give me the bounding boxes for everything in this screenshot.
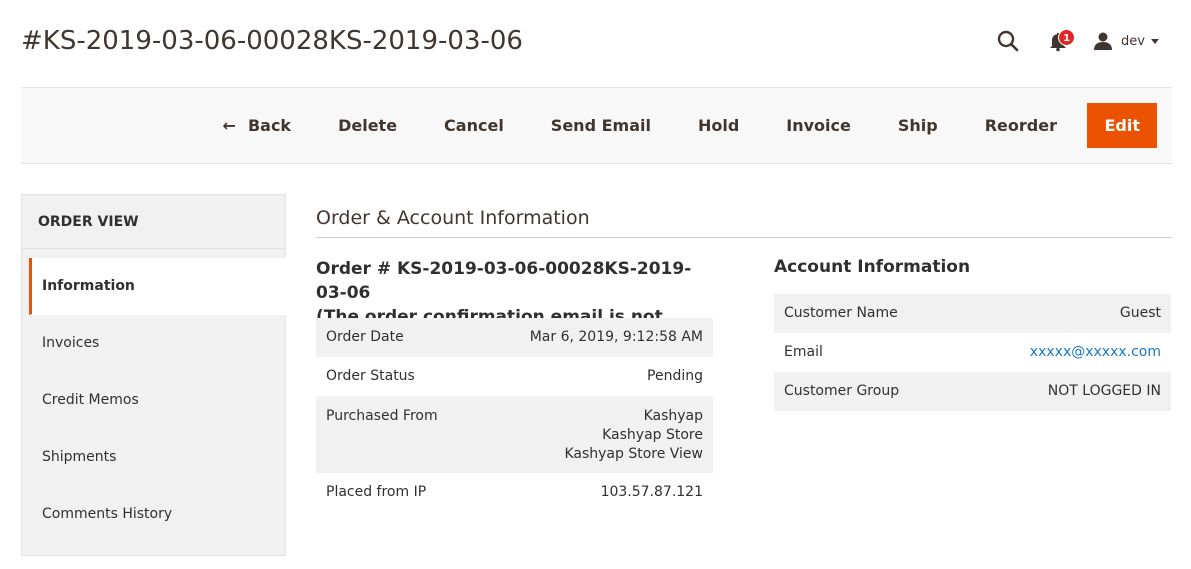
order-information-table: Order Date Mar 6, 2019, 9:12:58 AM Order… (316, 318, 713, 512)
delete-button[interactable]: Delete (315, 103, 421, 148)
user-icon (1094, 32, 1113, 50)
sidebar-tabs: Information Invoices Credit Memos Shipme… (22, 258, 286, 543)
customer-group-label: Customer Group (784, 383, 900, 399)
website-name: Kashyap (643, 408, 703, 424)
email-label: Email (784, 344, 823, 360)
sidebar-item-shipments[interactable]: Shipments (22, 429, 285, 486)
table-row: Placed from IP 103.57.87.121 (316, 473, 713, 512)
search-icon (997, 30, 1019, 52)
order-status-value: Pending (647, 368, 703, 384)
table-row: Email xxxxx@xxxxx.com (774, 333, 1171, 372)
purchased-from-label: Purchased From (326, 408, 438, 424)
table-row: Customer Name Guest (774, 294, 1171, 333)
table-row: Order Status Pending (316, 357, 713, 396)
purchased-from-value: Kashyap Kashyap Store Kashyap Store View (486, 396, 713, 473)
user-menu[interactable]: dev (1093, 31, 1159, 51)
invoice-button[interactable]: Invoice (763, 103, 875, 148)
table-row: Order Date Mar 6, 2019, 9:12:58 AM (316, 318, 713, 357)
table-row: Customer Group NOT LOGGED IN (774, 372, 1171, 411)
send-email-button[interactable]: Send Email (527, 103, 674, 148)
notifications-button[interactable]: 1 (1043, 26, 1076, 56)
placed-ip-value: 103.57.87.121 (600, 484, 703, 500)
header-actions: 1 dev (993, 24, 1159, 58)
back-button[interactable]: ← Back (199, 103, 315, 148)
page-actions-toolbar: ← Back Delete Cancel Send Email Hold Inv… (21, 87, 1172, 164)
order-number-heading: Order # KS-2019-03-06-00028KS-2019-03-06 (316, 259, 692, 303)
order-view-sidebar: ORDER VIEW Information Invoices Credit M… (21, 194, 286, 556)
account-information-table: Customer Name Guest Email xxxxx@xxxxx.co… (774, 294, 1171, 411)
chevron-down-icon (1151, 38, 1159, 44)
customer-name-label: Customer Name (784, 305, 898, 321)
user-name: dev (1121, 33, 1145, 49)
customer-group-value: NOT LOGGED IN (1047, 383, 1161, 399)
email-link[interactable]: xxxxx@xxxxx.com (1030, 344, 1161, 360)
ship-button[interactable]: Ship (874, 103, 961, 148)
table-row: Purchased From Kashyap Kashyap Store Kas… (316, 396, 713, 473)
hold-button[interactable]: Hold (674, 103, 762, 148)
back-button-label: Back (247, 116, 292, 135)
reorder-button[interactable]: Reorder (961, 103, 1080, 148)
section-title: Order & Account Information (316, 207, 1172, 238)
email-cell: xxxxx@xxxxx.com (961, 333, 1171, 372)
sidebar-title: ORDER VIEW (22, 195, 285, 249)
store-name: Kashyap Store (602, 427, 703, 443)
notification-count-badge: 1 (1058, 29, 1076, 46)
cancel-button[interactable]: Cancel (421, 103, 528, 148)
account-information-heading: Account Information (774, 257, 971, 277)
arrow-left-icon: ← (222, 116, 236, 135)
order-status-label: Order Status (326, 368, 415, 384)
page-title: #KS-2019-03-06-00028KS-2019-03-06 (21, 26, 523, 56)
sidebar-item-invoices[interactable]: Invoices (22, 315, 285, 372)
order-date-label: Order Date (326, 329, 404, 345)
placed-ip-label: Placed from IP (326, 484, 427, 500)
order-date-value: Mar 6, 2019, 9:12:58 AM (529, 329, 703, 345)
sidebar-item-credit-memos[interactable]: Credit Memos (22, 372, 285, 429)
customer-name-value: Guest (1119, 305, 1161, 321)
sidebar-item-comments-history[interactable]: Comments History (22, 486, 285, 543)
edit-button[interactable]: Edit (1087, 103, 1157, 148)
search-button[interactable] (993, 26, 1023, 56)
toolbar-buttons: ← Back Delete Cancel Send Email Hold Inv… (199, 103, 1157, 148)
store-view-name: Kashyap Store View (564, 446, 703, 462)
sidebar-item-information[interactable]: Information (29, 258, 286, 315)
